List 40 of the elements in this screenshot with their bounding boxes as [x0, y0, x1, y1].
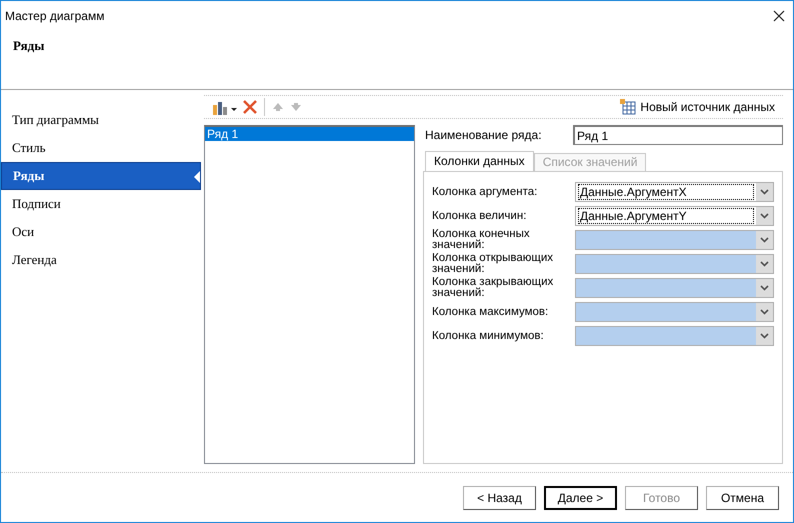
- sidebar-item[interactable]: Стиль: [1, 134, 201, 162]
- sidebar-item[interactable]: Подписи: [1, 190, 201, 218]
- sidebar-item[interactable]: Тип диаграммы: [1, 106, 201, 134]
- tab[interactable]: Колонки данных: [425, 151, 534, 171]
- series-name-field[interactable]: Ряд 1: [573, 125, 783, 145]
- chevron-down-icon: [760, 309, 769, 315]
- field-label: Колонка минимумов:: [432, 330, 545, 342]
- table-icon: [620, 99, 636, 115]
- field-label: Колонка открывающих значений:: [432, 253, 554, 275]
- sidebar-item[interactable]: Оси: [1, 218, 201, 246]
- page-heading: Ряды: [13, 38, 44, 53]
- field-label: Колонка величин:: [432, 210, 528, 222]
- dropdown-value: Данные.АргументX: [578, 184, 754, 200]
- delete-icon[interactable]: [242, 99, 258, 115]
- dialog-button[interactable]: < Назад: [463, 486, 536, 510]
- column-dropdown[interactable]: Данные.АргументY: [575, 206, 774, 226]
- field-label: Колонка закрывающих значений:: [432, 277, 554, 299]
- field-label: Наименование ряда:: [424, 127, 543, 144]
- chart-add-icon[interactable]: [212, 99, 238, 115]
- arrow-down-icon[interactable]: [289, 101, 303, 113]
- close-icon[interactable]: [773, 10, 785, 22]
- chevron-down-icon: [760, 261, 769, 267]
- new-data-source-button[interactable]: Новый источник данных: [620, 98, 775, 116]
- chevron-down-icon: [760, 285, 769, 291]
- chevron-down-icon: [760, 333, 769, 339]
- field-label: Колонка конечных значений:: [432, 229, 531, 251]
- chevron-down-icon: [760, 189, 769, 195]
- sidebar-item[interactable]: Ряды: [1, 162, 201, 190]
- field-label: Колонка максимумов:: [432, 306, 550, 318]
- chevron-down-icon: [760, 213, 769, 219]
- sidebar-item[interactable]: Легенда: [1, 246, 201, 274]
- column-dropdown[interactable]: Данные.АргументX: [575, 182, 774, 202]
- field-label: Колонка аргумента:: [432, 186, 538, 198]
- series-item[interactable]: Ряд 1: [205, 127, 414, 141]
- chevron-down-icon: [760, 237, 769, 243]
- dropdown-value: Данные.АргументY: [578, 208, 754, 224]
- window-title: Мастер диаграмм: [5, 8, 104, 24]
- arrow-up-icon[interactable]: [271, 101, 285, 113]
- dialog-button[interactable]: Отмена: [706, 486, 779, 510]
- dialog-button[interactable]: Далее >: [544, 486, 617, 510]
